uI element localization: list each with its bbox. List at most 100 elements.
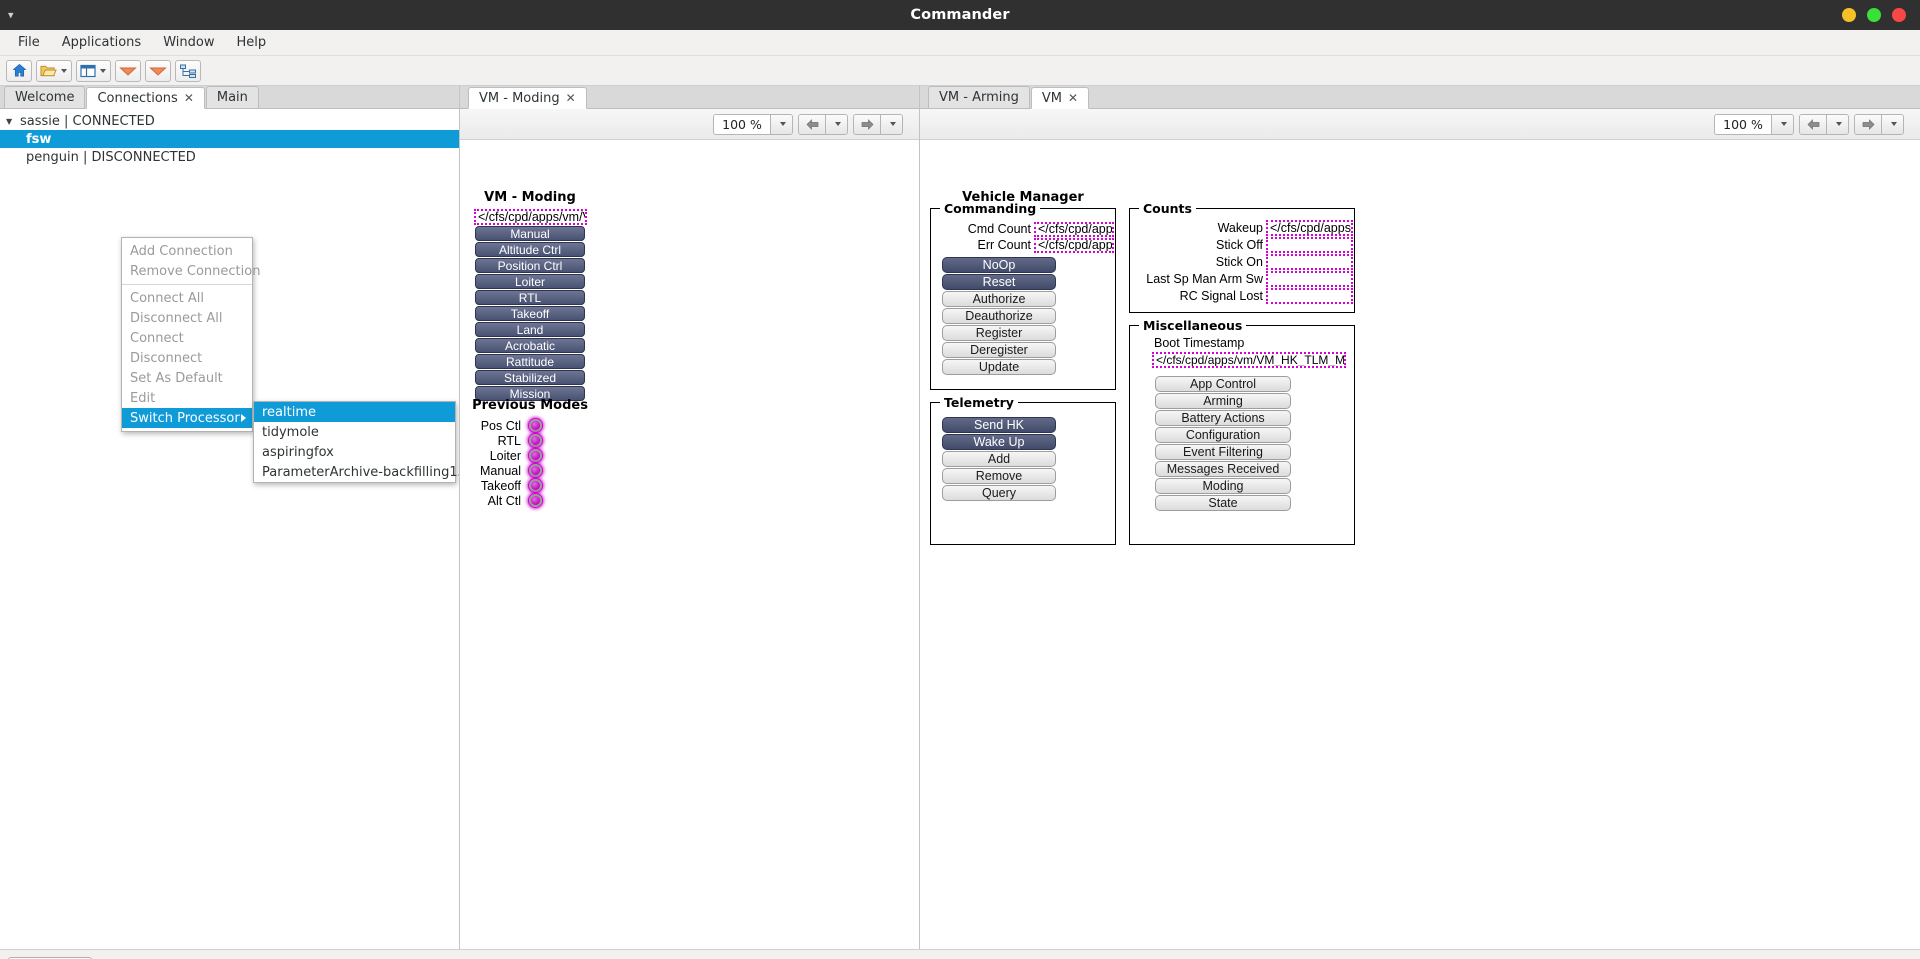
command-button-authorize[interactable]: Authorize bbox=[942, 291, 1056, 307]
mode-button-acrobatic[interactable]: Acrobatic bbox=[475, 338, 585, 353]
wakeup-value[interactable]: </cfs/cpd/apps bbox=[1266, 219, 1353, 236]
mode-button-manual[interactable]: Manual bbox=[475, 226, 585, 241]
stick-off-value[interactable] bbox=[1266, 236, 1353, 253]
menu-item-disconnect[interactable]: Disconnect bbox=[122, 348, 252, 368]
layout-button[interactable] bbox=[76, 59, 111, 82]
command-button-update[interactable]: Update bbox=[942, 359, 1056, 375]
command-button-noop[interactable]: NoOp bbox=[942, 257, 1056, 273]
misc-button-messages-received[interactable]: Messages Received bbox=[1155, 461, 1291, 477]
misc-button-moding[interactable]: Moding bbox=[1155, 478, 1291, 494]
close-icon[interactable]: ✕ bbox=[566, 91, 576, 105]
command-button-deregister[interactable]: Deregister bbox=[942, 342, 1056, 358]
tree-node-penguin[interactable]: penguin | DISCONNECTED bbox=[0, 148, 459, 166]
mode-button-rtl[interactable]: RTL bbox=[475, 290, 585, 305]
collapse-all-button[interactable] bbox=[145, 59, 171, 82]
back-history-button[interactable] bbox=[825, 114, 847, 134]
menu-item-connect-all[interactable]: Connect All bbox=[122, 288, 252, 308]
tree-view-button[interactable] bbox=[175, 59, 201, 82]
tab-connections[interactable]: Connections ✕ bbox=[86, 87, 205, 109]
tab-main[interactable]: Main bbox=[205, 86, 259, 108]
collapse-button[interactable] bbox=[115, 59, 141, 82]
mode-button-takeoff[interactable]: Takeoff bbox=[475, 306, 585, 321]
previous-mode-row: Alt Ctl bbox=[468, 493, 598, 508]
tab-welcome[interactable]: Welcome bbox=[4, 86, 86, 108]
mode-button-position-ctrl[interactable]: Position Ctrl bbox=[475, 258, 585, 273]
cmd-count-value[interactable]: </cfs/cpd/apps/ bbox=[1034, 221, 1114, 237]
maximize-button[interactable] bbox=[1867, 8, 1881, 22]
connections-tree[interactable]: ▼ sassie | CONNECTED fsw penguin | DISCO… bbox=[0, 109, 459, 949]
close-icon[interactable]: ✕ bbox=[184, 91, 194, 105]
submenu-item-parameterarchive[interactable]: ParameterArchive-backfilling13220 bbox=[254, 462, 459, 482]
chevron-down-icon[interactable] bbox=[61, 68, 67, 73]
menu-applications[interactable]: Applications bbox=[52, 32, 151, 53]
telemetry-button-send-hk[interactable]: Send HK bbox=[942, 417, 1056, 433]
boot-timestamp-value[interactable]: </cfs/cpd/apps/vm/VM_HK_TLM_MI bbox=[1152, 352, 1346, 368]
zoom-value[interactable]: 100 % bbox=[714, 114, 770, 134]
last-sp-man-arm-sw-value[interactable] bbox=[1266, 270, 1353, 287]
back-history-button[interactable] bbox=[1826, 114, 1848, 134]
tab-vm-arming[interactable]: VM - Arming bbox=[928, 86, 1030, 108]
menu-item-add-connection[interactable]: Add Connection bbox=[122, 241, 252, 261]
menu-window[interactable]: Window bbox=[153, 32, 224, 53]
mode-button-altitude-ctrl[interactable]: Altitude Ctrl bbox=[475, 242, 585, 257]
submenu-item-aspiringfox[interactable]: aspiringfox bbox=[254, 442, 455, 462]
minimize-button[interactable] bbox=[1842, 8, 1856, 22]
misc-button-event-filtering[interactable]: Event Filtering bbox=[1155, 444, 1291, 460]
rc-signal-lost-value[interactable] bbox=[1266, 287, 1353, 304]
zoom-control[interactable]: 100 % bbox=[1714, 113, 1794, 135]
back-button[interactable] bbox=[799, 114, 825, 134]
zoom-control[interactable]: 100 % bbox=[713, 113, 793, 135]
zoom-dropdown-button[interactable] bbox=[770, 114, 792, 134]
menu-item-set-as-default[interactable]: Set As Default bbox=[122, 368, 252, 388]
misc-button-arming[interactable]: Arming bbox=[1155, 393, 1291, 409]
close-icon[interactable]: ✕ bbox=[1068, 91, 1078, 105]
misc-button-battery-actions[interactable]: Battery Actions bbox=[1155, 410, 1291, 426]
zoom-value[interactable]: 100 % bbox=[1715, 114, 1771, 134]
telemetry-button-wake-up[interactable]: Wake Up bbox=[942, 434, 1056, 450]
miscellaneous-legend: Miscellaneous bbox=[1139, 318, 1247, 333]
home-button[interactable] bbox=[6, 59, 32, 82]
misc-button-state[interactable]: State bbox=[1155, 495, 1291, 511]
open-button[interactable] bbox=[36, 59, 72, 82]
menu-item-disconnect-all[interactable]: Disconnect All bbox=[122, 308, 252, 328]
tree-node-fsw[interactable]: fsw bbox=[0, 130, 459, 148]
mode-button-rattitude[interactable]: Rattitude bbox=[475, 354, 585, 369]
menu-item-edit[interactable]: Edit bbox=[122, 388, 252, 408]
menu-item-remove-connection[interactable]: Remove Connection bbox=[122, 261, 260, 281]
menu-help[interactable]: Help bbox=[226, 32, 276, 53]
telemetry-button-remove[interactable]: Remove bbox=[942, 468, 1056, 484]
tab-vm[interactable]: VM ✕ bbox=[1030, 87, 1090, 109]
triangle-down-icon[interactable]: ▼ bbox=[6, 117, 16, 126]
tab-vm-moding[interactable]: VM - Moding ✕ bbox=[468, 87, 587, 109]
tree-node-sassie[interactable]: ▼ sassie | CONNECTED bbox=[0, 112, 459, 130]
command-button-deauthorize[interactable]: Deauthorize bbox=[942, 308, 1056, 324]
chevron-down-icon bbox=[1780, 122, 1787, 126]
close-button[interactable] bbox=[1892, 8, 1906, 22]
forward-button[interactable] bbox=[1855, 114, 1881, 134]
back-button[interactable] bbox=[1800, 114, 1826, 134]
telemetry-button-add[interactable]: Add bbox=[942, 451, 1056, 467]
forward-history-button[interactable] bbox=[880, 114, 902, 134]
forward-history-button[interactable] bbox=[1881, 114, 1903, 134]
vm-moding-path-field[interactable]: </cfs/cpd/apps/vm/V bbox=[474, 209, 587, 225]
misc-button-app-control[interactable]: App Control bbox=[1155, 376, 1291, 392]
telemetry-button-query[interactable]: Query bbox=[942, 485, 1056, 501]
misc-button-configuration[interactable]: Configuration bbox=[1155, 427, 1291, 443]
mode-button-loiter[interactable]: Loiter bbox=[475, 274, 585, 289]
command-button-register[interactable]: Register bbox=[942, 325, 1056, 341]
forward-button[interactable] bbox=[854, 114, 880, 134]
mode-button-stabilized[interactable]: Stabilized bbox=[475, 370, 585, 385]
err-count-value[interactable]: </cfs/cpd/apps/ bbox=[1034, 237, 1114, 253]
menu-file[interactable]: File bbox=[8, 32, 50, 53]
status-led-indicator bbox=[529, 479, 542, 492]
stick-on-value[interactable] bbox=[1266, 253, 1353, 270]
menu-item-switch-processor[interactable]: Switch Processor bbox=[122, 408, 252, 428]
chevron-down-icon[interactable] bbox=[100, 68, 106, 73]
mode-button-land[interactable]: Land bbox=[475, 322, 585, 337]
command-button-reset[interactable]: Reset bbox=[942, 274, 1056, 290]
menu-item-connect[interactable]: Connect bbox=[122, 328, 252, 348]
zoom-dropdown-button[interactable] bbox=[1771, 114, 1793, 134]
chevron-down-icon[interactable]: ▾ bbox=[8, 10, 14, 21]
submenu-item-tidymole[interactable]: tidymole bbox=[254, 422, 455, 442]
submenu-item-realtime[interactable]: realtime bbox=[254, 402, 455, 422]
